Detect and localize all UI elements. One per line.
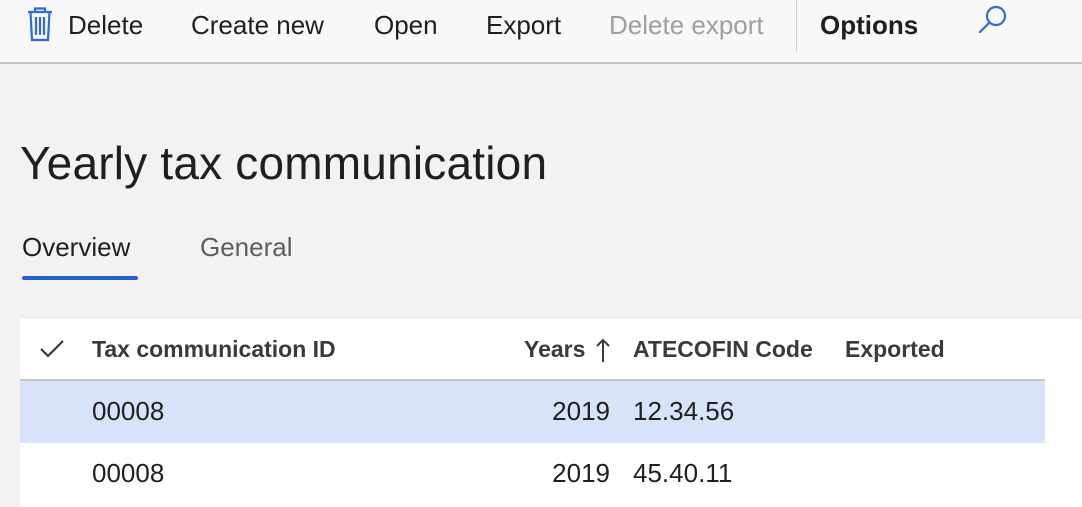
table-row[interactable]: 00008 2019 45.40.11	[20, 443, 1045, 505]
column-header-years[interactable]: Years	[524, 336, 611, 363]
table-row[interactable]: 00008 2019 12.34.56	[20, 381, 1045, 443]
grid-header: Tax communication ID Years ATECOFIN Code…	[20, 319, 1045, 381]
delete-export-button: Delete export	[609, 9, 764, 40]
trash-icon	[26, 7, 54, 43]
open-button[interactable]: Open	[374, 0, 438, 50]
tab-general[interactable]: General	[200, 232, 293, 280]
cell-tax-communication-id: 00008	[92, 458, 165, 488]
tab-overview-label: Overview	[22, 232, 131, 262]
select-all-checkmark-icon[interactable]	[38, 335, 66, 363]
cell-tax-communication-id: 00008	[92, 396, 165, 426]
delete-label: Delete	[68, 9, 144, 40]
column-header-exported[interactable]: Exported	[845, 336, 945, 363]
cell-atecofin-code: 45.40.11	[633, 458, 733, 488]
action-pane: Delete Create new Open Export Delete exp…	[0, 0, 1082, 64]
column-header-tax-communication-id[interactable]: Tax communication ID	[92, 336, 336, 363]
delete-button[interactable]: Delete	[26, 0, 143, 50]
tab-overview[interactable]: Overview	[22, 232, 138, 280]
tab-general-label: General	[200, 232, 293, 262]
export-button[interactable]: Export	[486, 0, 561, 50]
column-header-years-label: Years	[524, 336, 586, 362]
page-title: Yearly tax communication	[20, 137, 548, 189]
sort-ascending-icon	[595, 337, 611, 363]
cell-atecofin-code: 12.34.56	[633, 396, 735, 426]
create-new-button[interactable]: Create new	[191, 0, 324, 50]
search-icon	[977, 4, 1009, 43]
active-tab-indicator	[22, 276, 138, 280]
cell-years: 2019	[552, 396, 610, 426]
options-button[interactable]: Options	[820, 0, 918, 50]
toolbar-divider	[796, 0, 797, 52]
search-button[interactable]	[976, 4, 1010, 43]
tax-communication-grid: Tax communication ID Years ATECOFIN Code…	[20, 319, 1082, 507]
column-header-atecofin-code[interactable]: ATECOFIN Code	[633, 336, 813, 363]
cell-years: 2019	[552, 458, 610, 488]
